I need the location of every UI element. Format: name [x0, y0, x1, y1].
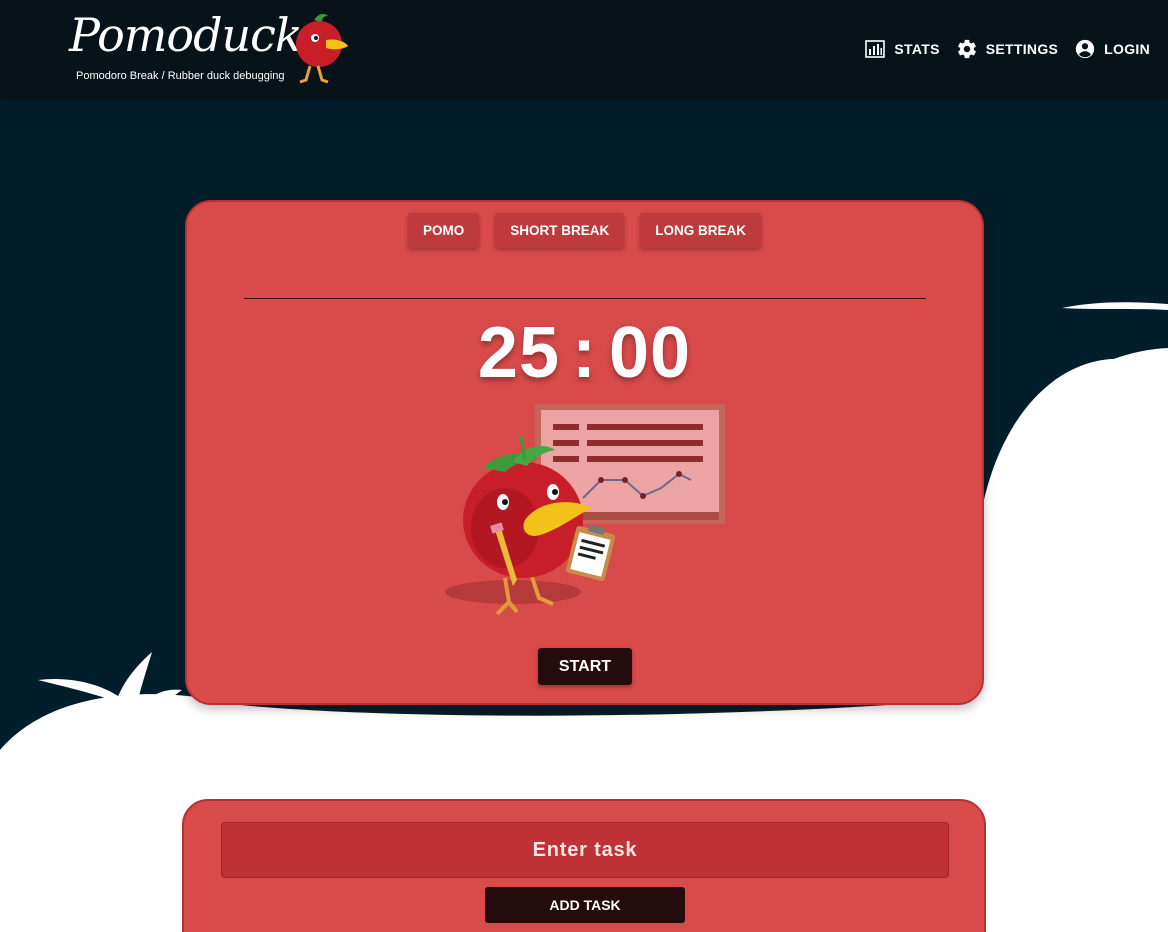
tomato-duck-logo-icon	[296, 13, 348, 84]
nav-settings[interactable]: SETTINGS	[956, 38, 1058, 60]
mode-short-break-button[interactable]: SHORT BREAK	[495, 213, 625, 248]
task-card: ADD TASK	[182, 799, 986, 932]
nav-login[interactable]: LOGIN	[1074, 38, 1150, 60]
timer-card: POMO SHORT BREAK LONG BREAK 25:00 START	[185, 200, 984, 705]
timer-seconds: 00	[608, 313, 692, 393]
add-task-button[interactable]: ADD TASK	[485, 887, 685, 923]
divider	[244, 298, 926, 299]
nav-stats-label: STATS	[894, 41, 940, 57]
account-circle-icon	[1074, 38, 1096, 60]
nav-settings-label: SETTINGS	[985, 41, 1059, 57]
tomato-duck-presentation-illustration	[445, 404, 725, 616]
nav-menu: STATS SETTINGS LOGIN	[848, 36, 1150, 62]
app-name: Pomoduck	[69, 8, 303, 62]
nav-stats[interactable]: STATS	[864, 38, 939, 60]
app-tagline: Pomodoro Break / Rubber duck debugging	[76, 70, 285, 82]
app-logo[interactable]: Pomoduck Pomodoro Break / Rubber duck de…	[66, 6, 356, 92]
mode-long-break-button[interactable]: LONG BREAK	[640, 213, 762, 248]
bar-chart-icon	[864, 38, 886, 60]
mode-pomo-button[interactable]: POMO	[407, 213, 480, 248]
timer-mode-tabs: POMO SHORT BREAK LONG BREAK	[187, 213, 982, 248]
timer-minutes: 25	[477, 313, 560, 393]
task-input[interactable]	[221, 822, 949, 878]
gear-icon	[956, 38, 978, 60]
start-button[interactable]: START	[538, 648, 632, 685]
nav-login-label: LOGIN	[1104, 41, 1150, 57]
top-navbar: Pomoduck Pomodoro Break / Rubber duck de…	[0, 0, 1168, 98]
timer-separator: :	[572, 313, 597, 393]
timer-display: 25:00	[187, 312, 982, 394]
